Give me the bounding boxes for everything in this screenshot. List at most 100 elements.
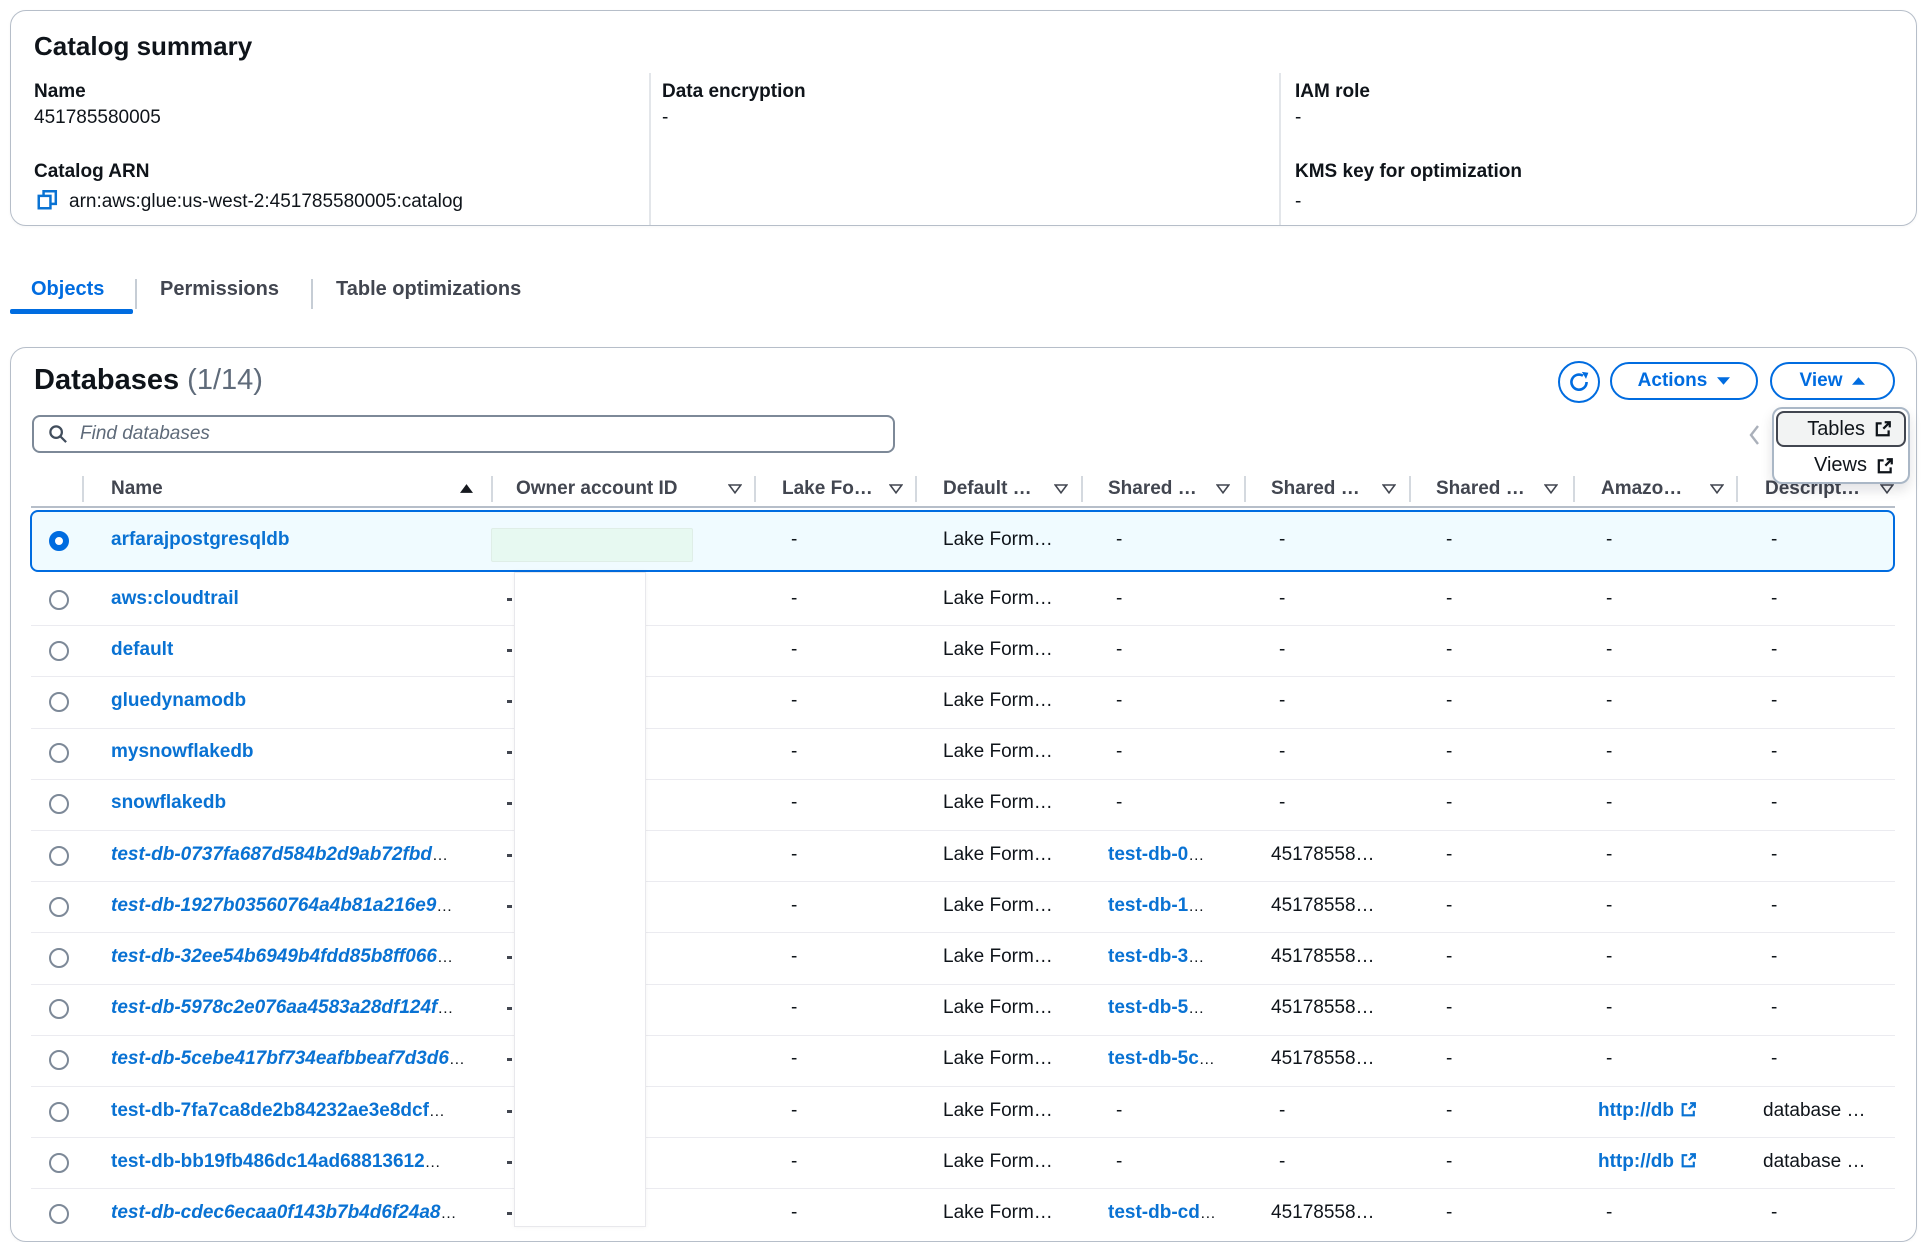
row-radio-unselected[interactable]	[49, 1102, 69, 1122]
row-radio-unselected[interactable]	[49, 1153, 69, 1173]
empty-cell-dash: -	[1446, 792, 1452, 814]
row-separator	[31, 728, 1895, 729]
summary-divider-1	[649, 73, 651, 225]
row-radio-selected[interactable]	[49, 531, 69, 551]
empty-cell-dash: -	[1446, 946, 1452, 968]
view-menu-item-tables[interactable]: Tables	[1776, 411, 1906, 447]
owner-id-partially-hidden-text	[507, 1212, 512, 1215]
database-row: test-db-5cebe417bf734eafbbeaf7d3d6…	[111, 1048, 465, 1070]
external-db-link[interactable]: http://db	[1598, 1151, 1674, 1172]
catalog-summary-title: Catalog summary	[34, 31, 252, 62]
empty-cell-dash: -	[1116, 1151, 1122, 1173]
view-menu-item-label: Tables	[1807, 418, 1865, 441]
empty-cell-dash: -	[1771, 741, 1777, 763]
empty-cell-dash: -	[791, 1202, 797, 1224]
row-separator	[31, 984, 1895, 985]
database-name-link[interactable]: aws:cloudtrail	[111, 588, 239, 609]
name-label: Name	[34, 81, 86, 103]
cell-amz: http://db	[1598, 1151, 1697, 1173]
row-separator	[31, 1035, 1895, 1036]
owner-id-partially-hidden-text	[507, 854, 512, 857]
database-row: arfarajpostgresqldb	[111, 529, 289, 551]
cell-desc-value: database …	[1763, 1100, 1865, 1122]
row-radio-unselected[interactable]	[49, 897, 69, 917]
empty-cell-dash: -	[1446, 1151, 1452, 1173]
row-radio-unselected[interactable]	[49, 846, 69, 866]
empty-cell-dash: -	[1771, 946, 1777, 968]
shared-database-link[interactable]: test-db-5c	[1108, 1048, 1199, 1069]
database-name-link[interactable]: default	[111, 639, 173, 660]
database-name-link[interactable]: test-db-0737fa687d584b2d9ab72fbd	[111, 844, 432, 865]
data-encryption-value: -	[662, 107, 668, 129]
database-name-link[interactable]: gluedynamodb	[111, 690, 246, 711]
catalog-arn-label: Catalog ARN	[34, 161, 149, 183]
row-radio-unselected[interactable]	[49, 999, 69, 1019]
empty-cell-dash: -	[1446, 529, 1452, 551]
shared-database-link[interactable]: test-db-0	[1108, 844, 1188, 865]
database-name-link[interactable]: mysnowflakedb	[111, 741, 254, 762]
row-radio-unselected[interactable]	[49, 794, 69, 814]
empty-cell-dash: -	[1446, 639, 1452, 661]
view-menu-item-views[interactable]: Views	[1776, 449, 1906, 482]
cell-dflt-value: Lake Form…	[943, 690, 1053, 712]
row-radio-unselected[interactable]	[49, 743, 69, 763]
external-link-icon	[1876, 457, 1894, 475]
empty-cell-dash: -	[1606, 741, 1612, 763]
row-radio-unselected[interactable]	[49, 692, 69, 712]
owner-id-partially-hidden-text	[507, 700, 512, 703]
cell-dflt-value: Lake Form…	[943, 895, 1053, 917]
shared-database-link[interactable]: test-db-1	[1108, 895, 1188, 916]
database-name-link[interactable]: test-db-bb19fb486dc14ad68813612	[111, 1151, 425, 1172]
cell-s1: test-db-cd…	[1108, 1202, 1216, 1224]
row-separator	[31, 676, 1895, 677]
copy-icon[interactable]	[36, 189, 58, 211]
empty-cell-dash: -	[1606, 792, 1612, 814]
database-name-link[interactable]: snowflakedb	[111, 792, 226, 813]
cell-s2-value: 45178558…	[1271, 1048, 1375, 1070]
empty-cell-dash: -	[1116, 690, 1122, 712]
cell-s2-value: 45178558…	[1271, 1202, 1375, 1224]
cell-dflt-value: Lake Form…	[943, 1100, 1053, 1122]
row-radio-unselected[interactable]	[49, 590, 69, 610]
database-name-link[interactable]: test-db-5978c2e076aa4583a28df124f	[111, 997, 437, 1018]
cell-dflt-value: Lake Form…	[943, 1151, 1053, 1173]
empty-cell-dash: -	[1771, 639, 1777, 661]
empty-cell-dash: -	[1771, 844, 1777, 866]
database-row: test-db-1927b03560764a4b81a216e9…	[111, 895, 452, 917]
cell-dflt-value: Lake Form…	[943, 844, 1053, 866]
database-row: aws:cloudtrail	[111, 588, 239, 610]
empty-cell-dash: -	[791, 844, 797, 866]
cell-s2-value: 45178558…	[1271, 997, 1375, 1019]
empty-cell-dash: -	[791, 690, 797, 712]
owner-id-partially-hidden-text	[507, 1110, 512, 1113]
database-name-link[interactable]: test-db-1927b03560764a4b81a216e9	[111, 895, 436, 916]
shared-database-link[interactable]: test-db-3	[1108, 946, 1188, 967]
shared-database-link[interactable]: test-db-cd	[1108, 1202, 1200, 1223]
database-name-link[interactable]: test-db-cdec6ecaa0f143b7b4d6f24a8	[111, 1202, 441, 1223]
row-radio-unselected[interactable]	[49, 641, 69, 661]
tab-permissions[interactable]: Permissions	[160, 278, 279, 301]
database-name-link[interactable]: test-db-7fa7ca8de2b84232ae3e8dcf	[111, 1100, 429, 1121]
name-value: 451785580005	[34, 107, 161, 129]
empty-cell-dash: -	[791, 639, 797, 661]
shared-database-link[interactable]: test-db-5	[1108, 997, 1188, 1018]
owner-id-partially-hidden-text	[507, 598, 512, 601]
owner-id-partially-hidden-text	[507, 905, 512, 908]
row-radio-unselected[interactable]	[49, 1204, 69, 1224]
summary-divider-2	[1279, 73, 1281, 225]
empty-cell-dash: -	[1446, 895, 1452, 917]
cell-dflt-value: Lake Form…	[943, 997, 1053, 1019]
database-name-link[interactable]: test-db-5cebe417bf734eafbbeaf7d3d6	[111, 1048, 449, 1069]
tab-objects[interactable]: Objects	[31, 278, 104, 301]
tab-table-optimizations[interactable]: Table optimizations	[336, 278, 521, 301]
external-db-link[interactable]: http://db	[1598, 1100, 1674, 1121]
row-radio-unselected[interactable]	[49, 948, 69, 968]
empty-cell-dash: -	[1279, 1100, 1285, 1122]
empty-cell-dash: -	[791, 997, 797, 1019]
database-name-link[interactable]: arfarajpostgresqldb	[111, 529, 289, 550]
row-radio-unselected[interactable]	[49, 1050, 69, 1070]
empty-cell-dash: -	[1771, 792, 1777, 814]
cell-s1: test-db-1…	[1108, 895, 1204, 917]
database-row: snowflakedb	[111, 792, 226, 814]
database-name-link[interactable]: test-db-32ee54b6949b4fdd85b8ff066	[111, 946, 437, 967]
